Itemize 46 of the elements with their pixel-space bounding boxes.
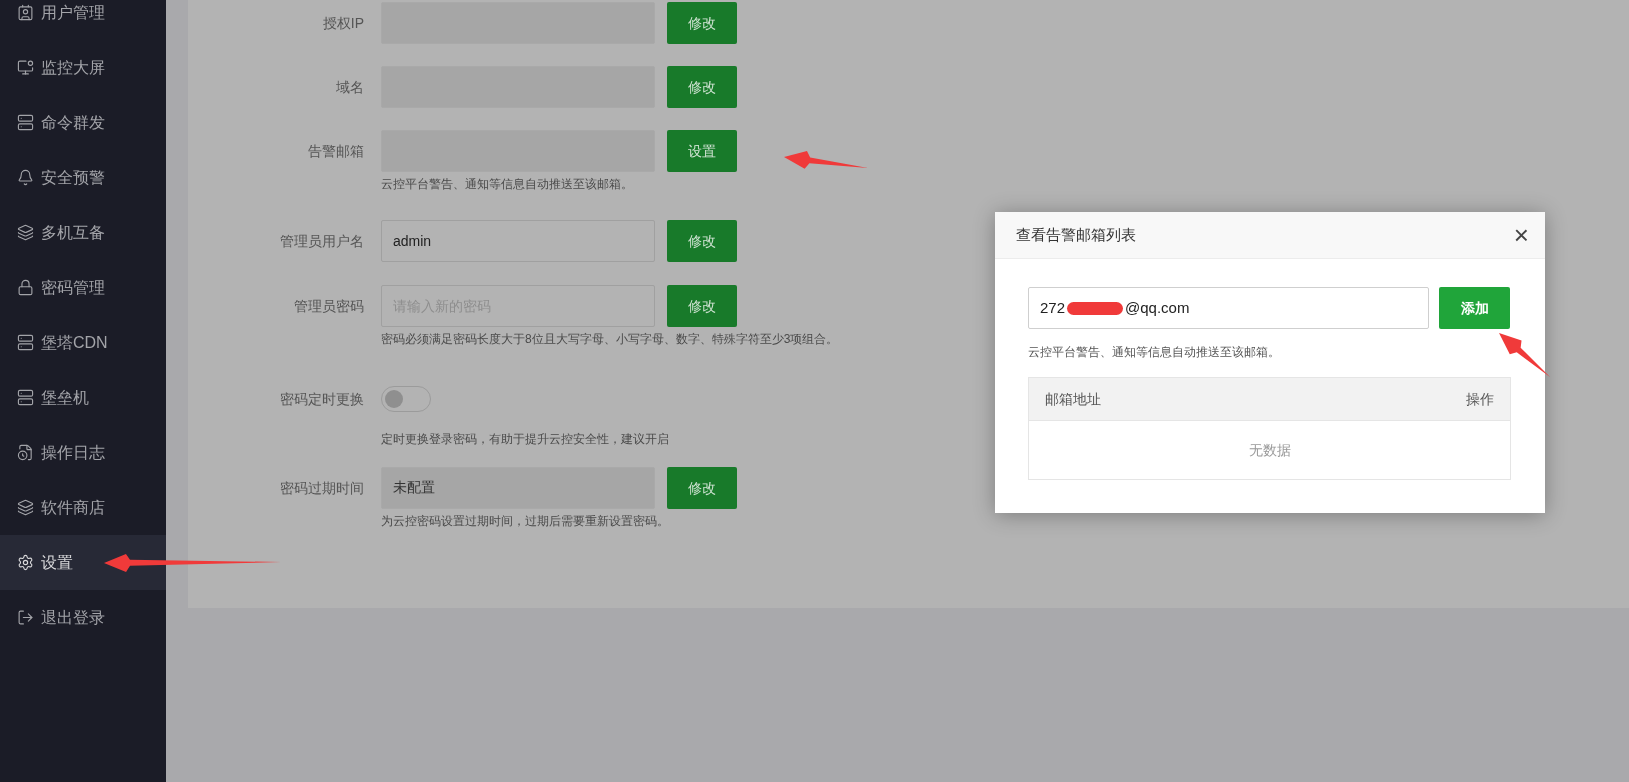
sidebar-item[interactable]: 用户管理 [0, 0, 166, 40]
help-text: 云控平台警告、通知等信息自动推送至该邮箱。 [381, 176, 633, 193]
field-label: 授权IP [321, 13, 364, 33]
field-label: 管理员用户名 [279, 231, 364, 251]
toggle-switch[interactable] [381, 386, 431, 412]
field-label: 管理员密码 [293, 296, 364, 316]
sidebar-item[interactable]: 安全预警 [0, 150, 166, 205]
sidebar-item[interactable]: 堡塔CDN [0, 315, 166, 370]
log-icon [17, 444, 34, 461]
monitor-icon [17, 59, 34, 76]
sidebar-item[interactable]: 堡垒机 [0, 370, 166, 425]
sidebar-item[interactable]: 软件商店 [0, 480, 166, 535]
help-text: 密码必须满足密码长度大于8位且大写字母、小写字母、数字、特殊字符至少3项组合。 [381, 331, 839, 348]
dialog-title: 查看告警邮箱列表 [1016, 224, 1136, 245]
text-field[interactable]: admin [381, 220, 655, 262]
field-label: 告警邮箱 [307, 141, 364, 161]
close-button[interactable]: × [1513, 222, 1529, 248]
field-label: 密码定时更换 [279, 389, 364, 409]
server-icon [17, 114, 34, 131]
sidebar-item[interactable]: 退出登录 [0, 590, 166, 645]
edit-button[interactable]: 修改 [667, 220, 737, 262]
sidebar-item[interactable]: 监控大屏 [0, 40, 166, 95]
empty-text: 无数据 [1248, 440, 1291, 460]
user-icon [17, 4, 34, 21]
sidebar-item[interactable]: 设置 [0, 535, 166, 590]
lock-icon [17, 279, 34, 296]
server-icon [17, 334, 34, 351]
field-label: 域名 [335, 77, 364, 97]
sidebar-item[interactable]: 命令群发 [0, 95, 166, 150]
logout-icon [17, 609, 34, 626]
bell-icon [17, 169, 34, 186]
server-icon [17, 389, 34, 406]
help-text: 为云控密码设置过期时间，过期后需要重新设置密码。 [381, 513, 669, 530]
layers-icon [17, 224, 34, 241]
sidebar-item[interactable]: 多机互备 [0, 205, 166, 260]
edit-button[interactable]: 修改 [667, 285, 737, 327]
help-text: 云控平台警告、通知等信息自动推送至该邮箱。 [1028, 344, 1280, 361]
layers-icon [17, 499, 34, 516]
email-field[interactable]: 272 @qq.com [1028, 287, 1429, 329]
settings-icon [17, 554, 34, 571]
field-label: 密码过期时间 [279, 478, 364, 498]
sidebar-item[interactable]: 密码管理 [0, 260, 166, 315]
sidebar-item[interactable]: 操作日志 [0, 425, 166, 480]
help-text: 定时更换登录密码，有助于提升云控安全性，建议开启 [381, 431, 669, 448]
column-header: 邮箱地址 [1045, 389, 1101, 409]
column-header: 操作 [1466, 389, 1494, 409]
